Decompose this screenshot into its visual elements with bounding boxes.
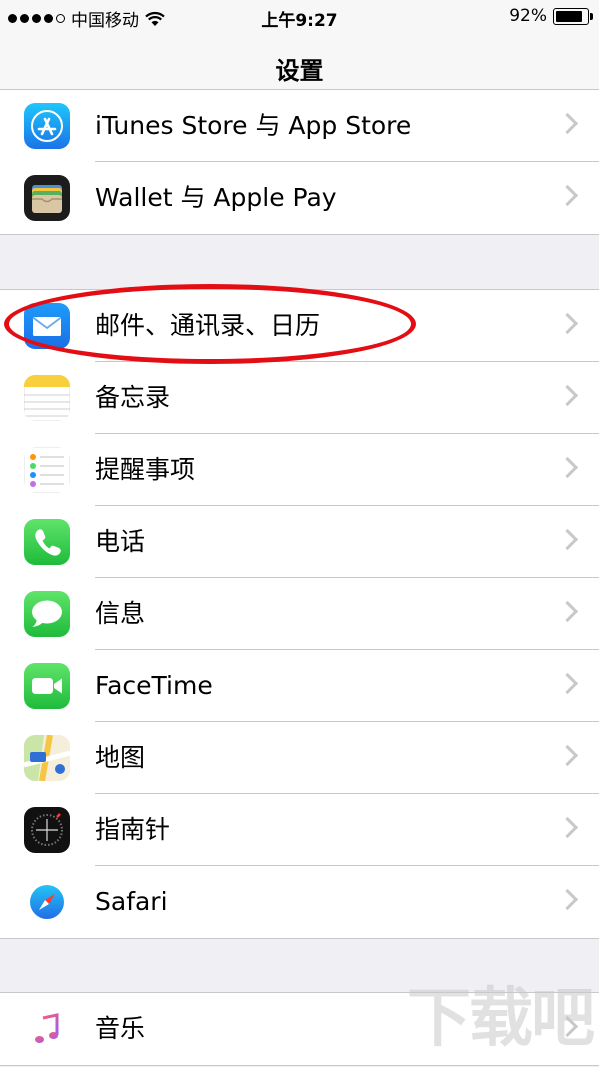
settings-group-apps: 邮件、通讯录、日历 备忘录 提醒事项 电话 信息 FaceTime 地图 指南针…	[0, 289, 599, 939]
row-label: Wallet 与 Apple Pay	[95, 183, 337, 212]
row-label: 指南针	[95, 815, 171, 844]
battery-icon	[553, 7, 593, 25]
chevron-right-icon	[556, 672, 579, 695]
settings-row-safari[interactable]: Safari	[0, 866, 599, 938]
row-label: 地图	[95, 743, 146, 772]
row-label: 提醒事项	[95, 455, 196, 484]
mail-icon	[24, 303, 70, 349]
chevron-right-icon	[556, 312, 579, 335]
settings-row-facetime[interactable]: FaceTime	[0, 650, 599, 722]
chevron-right-icon	[556, 816, 579, 839]
row-label: 信息	[95, 599, 146, 628]
safari-icon	[24, 879, 70, 925]
status-right: 92%	[509, 6, 593, 26]
chevron-right-icon	[556, 744, 579, 767]
chevron-right-icon	[556, 528, 579, 551]
settings-row-wallet-apple-pay[interactable]: Wallet 与 Apple Pay	[0, 162, 599, 234]
compass-icon	[24, 807, 70, 853]
facetime-icon	[24, 663, 70, 709]
watermark-logo: 下载吧	[407, 982, 595, 1056]
settings-row-reminders[interactable]: 提醒事项	[0, 434, 599, 506]
chevron-right-icon	[556, 888, 579, 911]
chevron-right-icon	[556, 384, 579, 407]
status-bar: 中国移动 上午9:27 92%	[0, 0, 599, 34]
notes-icon	[24, 375, 70, 421]
page-title: 设置	[275, 57, 324, 85]
row-label: Safari	[95, 887, 168, 916]
settings-row-phone[interactable]: 电话	[0, 506, 599, 578]
messages-icon	[24, 591, 70, 637]
settings-row-itunes-app-store[interactable]: iTunes Store 与 App Store	[0, 90, 599, 162]
settings-row-compass[interactable]: 指南针	[0, 794, 599, 866]
maps-icon	[24, 735, 70, 781]
row-label: 音乐	[95, 1014, 146, 1043]
settings-group-store: iTunes Store 与 App Store Wallet 与 Apple …	[0, 89, 599, 235]
phone-icon	[24, 519, 70, 565]
chevron-right-icon	[556, 112, 579, 135]
app-store-icon	[24, 103, 70, 149]
reminders-icon	[24, 447, 70, 493]
row-label: iTunes Store 与 App Store	[95, 111, 412, 140]
row-label: FaceTime	[95, 671, 213, 700]
settings-row-notes[interactable]: 备忘录	[0, 362, 599, 434]
settings-row-maps[interactable]: 地图	[0, 722, 599, 794]
settings-row-messages[interactable]: 信息	[0, 578, 599, 650]
chevron-right-icon	[556, 456, 579, 479]
row-label: 电话	[95, 527, 146, 556]
chevron-right-icon	[556, 600, 579, 623]
row-label: 备忘录	[95, 383, 171, 412]
row-label: 邮件、通讯录、日历	[95, 311, 321, 340]
settings-row-mail-contacts-calendars[interactable]: 邮件、通讯录、日历	[0, 290, 599, 362]
chevron-right-icon	[556, 184, 579, 207]
battery-percent: 92%	[509, 6, 547, 26]
music-icon	[24, 1006, 70, 1052]
wallet-icon	[24, 175, 70, 221]
